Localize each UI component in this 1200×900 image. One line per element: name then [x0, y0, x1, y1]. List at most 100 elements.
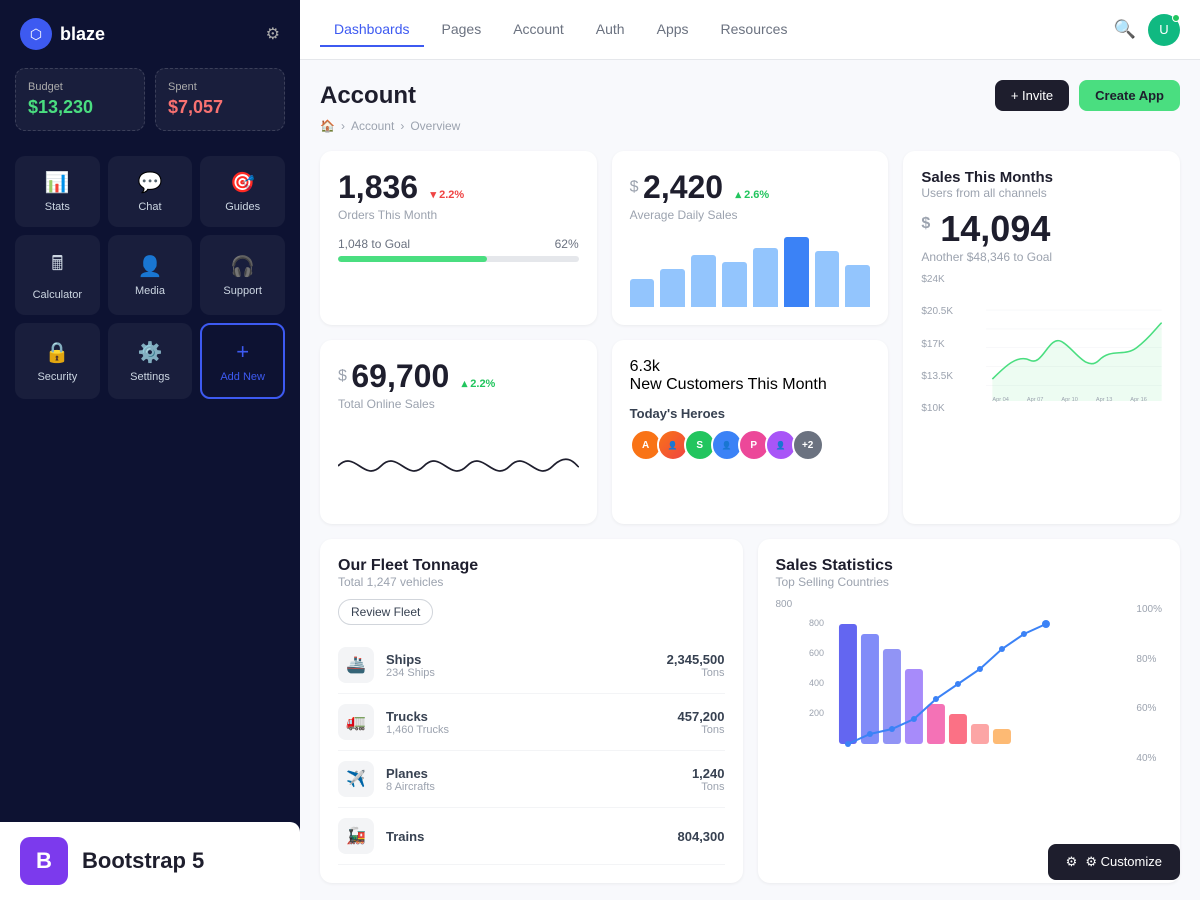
fleet-item-trains: 🚂 Trains 804,300	[338, 808, 725, 865]
online-sales-header: $ 69,700 ▴ 2.2%	[338, 358, 579, 395]
tab-auth[interactable]: Auth	[582, 13, 639, 47]
nav-actions: 🔍 U	[1114, 14, 1180, 46]
sidebar-item-calculator[interactable]: 🖩 Calculator	[15, 235, 100, 315]
main-content: Dashboards Pages Account Auth Apps Resou…	[300, 0, 1200, 900]
online-indicator	[1172, 14, 1180, 22]
breadcrumb-overview: Overview	[410, 119, 460, 133]
sales-month-subtitle: Users from all channels	[921, 186, 1162, 200]
sidebar-item-media[interactable]: 👤 Media	[108, 235, 193, 315]
customers-label: New Customers This Month	[630, 376, 871, 394]
review-fleet-button[interactable]: Review Fleet	[338, 599, 433, 625]
fleet-trucks-info: Trucks 1,460 Trucks	[386, 709, 678, 736]
svg-text:600: 600	[808, 648, 823, 658]
sales-number: 14,094	[940, 208, 1050, 249]
tab-dashboards[interactable]: Dashboards	[320, 13, 424, 47]
create-app-button[interactable]: Create App	[1079, 80, 1180, 111]
sidebar-item-security[interactable]: 🔒 Security	[15, 323, 100, 399]
bootstrap-letter: B	[36, 848, 52, 874]
dashboard-grid: 1,836 ▾ 2.2% Orders This Month 1,048 to …	[320, 151, 1180, 524]
progress-fill	[338, 256, 487, 262]
customize-button[interactable]: ⚙ ⚙ Customize	[1048, 844, 1180, 880]
y-axis-labels: 800	[776, 599, 1122, 610]
budget-card: Budget $13,230	[15, 68, 145, 131]
sidebar-item-add-new[interactable]: + Add New	[200, 323, 285, 399]
bootstrap-text: Bootstrap 5	[82, 848, 204, 874]
line-chart-svg: Apr 04 Apr 07 Apr 10 Apr 13 Apr 16	[921, 274, 1162, 434]
logo-text: blaze	[60, 24, 105, 45]
sidebar-item-stats[interactable]: 📊 Stats	[15, 156, 100, 227]
budget-value: $13,230	[28, 97, 132, 118]
avatar-initial: U	[1159, 22, 1168, 37]
sales-stats-card: Sales Statistics Top Selling Countries 8…	[758, 539, 1181, 883]
support-label: Support	[223, 285, 262, 297]
home-icon[interactable]: 🏠	[320, 119, 335, 133]
trucks-amount: 457,200	[678, 709, 725, 724]
progress-pct: 62%	[555, 237, 579, 251]
guides-label: Guides	[225, 201, 260, 213]
ships-count: 234 Ships	[386, 667, 667, 679]
tab-apps[interactable]: Apps	[643, 13, 703, 47]
security-label: Security	[37, 371, 77, 383]
bootstrap-badge: B Bootstrap 5	[0, 822, 300, 900]
support-icon: 🎧	[230, 254, 255, 279]
sidebar-item-chat[interactable]: 💬 Chat	[108, 156, 193, 227]
stats-subtitle: Top Selling Countries	[776, 575, 1163, 589]
invite-button[interactable]: + Invite	[995, 80, 1069, 111]
dollar-prefix: $	[630, 179, 639, 196]
trucks-name: Trucks	[386, 709, 678, 724]
sales-month-title: Sales This Months	[921, 169, 1162, 186]
heroes-title: Today's Heroes	[630, 406, 871, 421]
user-avatar[interactable]: U	[1148, 14, 1180, 46]
bar-2	[660, 269, 685, 308]
sales-sub: Another $48,346 to Goal	[921, 250, 1162, 264]
search-button[interactable]: 🔍	[1114, 19, 1136, 40]
orders-header: 1,836 ▾ 2.2%	[338, 169, 579, 206]
logo: ⬡ blaze	[20, 18, 105, 50]
budget-section: Budget $13,230 Spent $7,057	[0, 68, 300, 146]
content-area: Account + Invite Create App 🏠 › Account …	[300, 60, 1200, 900]
sidebar-settings-icon[interactable]: ⚙	[266, 24, 280, 44]
breadcrumb-account[interactable]: Account	[351, 119, 394, 133]
fleet-trucks-value: 457,200 Tons	[678, 709, 725, 736]
calculator-label: Calculator	[33, 289, 83, 301]
sidebar: ⬡ blaze ⚙ Budget $13,230 Spent $7,057 📊 …	[0, 0, 300, 900]
trucks-unit: Tons	[678, 724, 725, 736]
budget-label: Budget	[28, 81, 132, 93]
nav-grid: 📊 Stats 💬 Chat 🎯 Guides 🖩 Calculator 👤 M…	[0, 146, 300, 409]
wave-svg	[338, 426, 579, 506]
page-header: Account + Invite Create App	[320, 80, 1180, 111]
sidebar-item-support[interactable]: 🎧 Support	[200, 235, 285, 315]
bar-4	[722, 262, 747, 308]
sidebar-item-settings[interactable]: ⚙️ Settings	[108, 323, 193, 399]
orders-number: 1,836	[338, 169, 418, 205]
bar-5	[753, 248, 778, 308]
daily-sales-label: Average Daily Sales	[630, 208, 871, 222]
progress-bar	[338, 256, 579, 262]
fleet-item-planes: ✈️ Planes 8 Aircrafts 1,240 Tons	[338, 751, 725, 808]
truck-icon: 🚛	[338, 704, 374, 740]
fleet-planes-value: 1,240 Tons	[692, 766, 725, 793]
fleet-title: Our Fleet Tonnage	[338, 557, 725, 575]
train-icon: 🚂	[338, 818, 374, 854]
planes-amount: 1,240	[692, 766, 725, 781]
svg-text:Apr 10: Apr 10	[1062, 397, 1079, 403]
ships-amount: 2,345,500	[667, 652, 725, 667]
hero-avatar-more: +2	[792, 429, 824, 461]
progress-goal-label: 1,048 to Goal	[338, 237, 410, 251]
top-nav: Dashboards Pages Account Auth Apps Resou…	[300, 0, 1200, 60]
fleet-trains-value: 804,300	[678, 829, 725, 844]
daily-sales-card: $ 2,420 ▴ 2.6% Average Daily Sales	[612, 151, 889, 325]
sidebar-item-guides[interactable]: 🎯 Guides	[200, 156, 285, 227]
daily-sales-header: $ 2,420 ▴ 2.6%	[630, 169, 871, 206]
tab-pages[interactable]: Pages	[428, 13, 496, 47]
bar-6	[784, 237, 809, 307]
svg-text:Apr 16: Apr 16	[1131, 397, 1148, 403]
online-sales-card: $ 69,700 ▴ 2.2% Total Online Sales	[320, 340, 597, 524]
logo-icon: ⬡	[20, 18, 52, 50]
tab-account[interactable]: Account	[499, 13, 578, 47]
spent-value: $7,057	[168, 97, 272, 118]
customize-label: ⚙ Customize	[1085, 854, 1162, 870]
trains-amount: 804,300	[678, 829, 725, 844]
tab-resources[interactable]: Resources	[707, 13, 802, 47]
svg-text:Apr 04: Apr 04	[993, 397, 1010, 403]
